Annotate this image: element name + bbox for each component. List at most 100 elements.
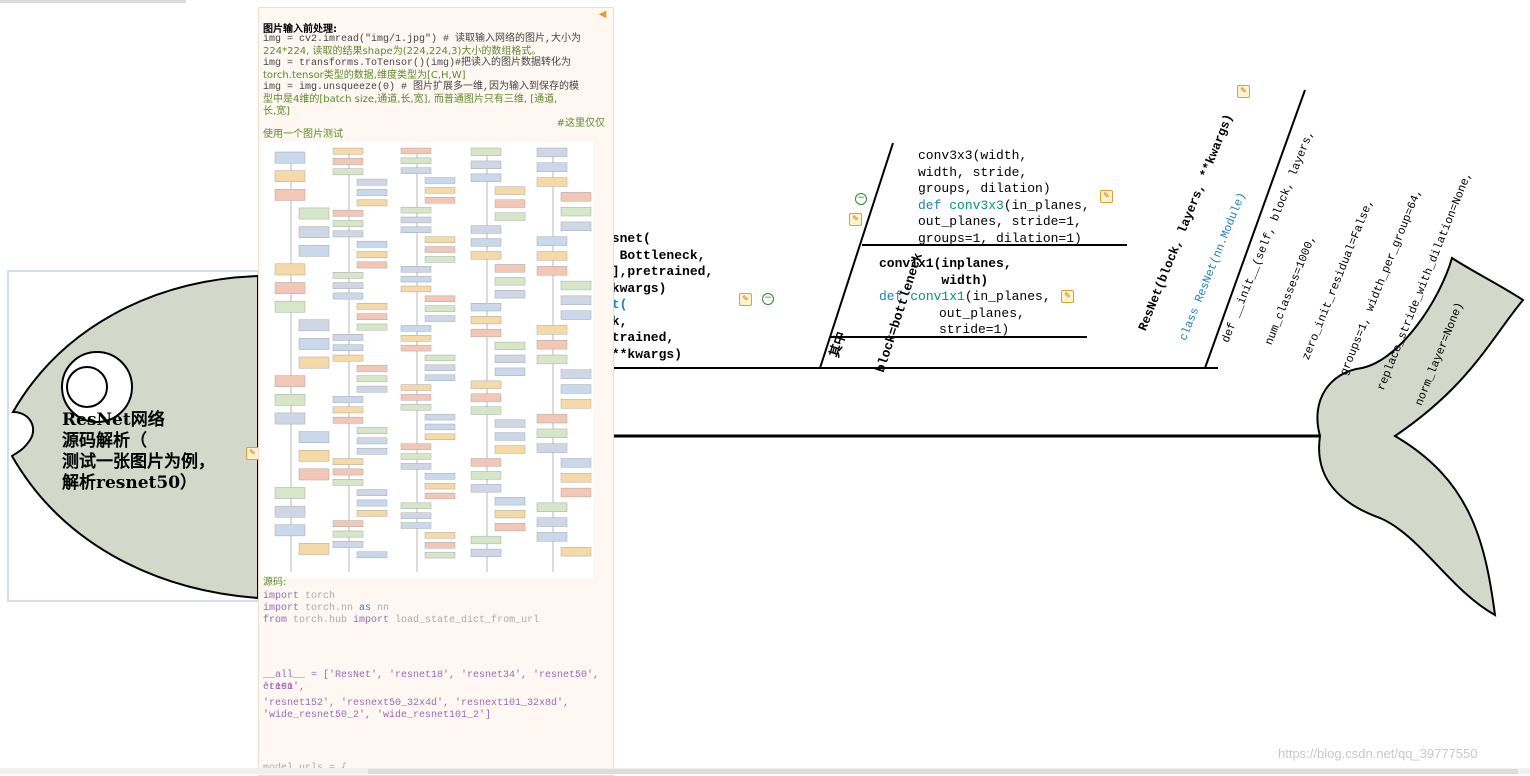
arch-block: [332, 406, 364, 414]
arch-block: [400, 216, 432, 224]
conv3x3-topic[interactable]: conv3x3(width, width, stride, groups, di…: [918, 148, 1090, 247]
arch-block: [536, 177, 568, 187]
arch-block: [470, 225, 502, 234]
arch-block: [560, 192, 592, 202]
source-label: 源码:: [263, 577, 287, 588]
from-keyword: from: [263, 615, 288, 626]
arch-block: [298, 207, 330, 220]
conv1x1-topic[interactable]: conv1x1(inplanes, width) def conv1x1(in_…: [879, 256, 1051, 339]
arch-block: [274, 505, 306, 518]
arch-block: [274, 394, 306, 406]
arch-block: [332, 479, 364, 486]
function-name: conv3x3: [949, 197, 1004, 213]
arch-block: [536, 354, 568, 365]
collapse-icon[interactable]: −: [855, 193, 867, 205]
arch-block: [470, 548, 502, 558]
branch-left-line: 3],pretrained,: [604, 264, 714, 279]
arch-block: [470, 471, 502, 480]
arch-block: [400, 502, 432, 509]
note-icon[interactable]: ✎: [1100, 190, 1113, 203]
arch-block: [400, 325, 432, 332]
arch-block: [400, 206, 432, 214]
arch-block: [274, 487, 306, 499]
note-line: torch.tensor类型的数据,维度类型为[C,H,W]: [263, 70, 466, 81]
arch-block: [424, 305, 456, 312]
arch-block: [536, 532, 568, 542]
arch-block: [400, 285, 432, 293]
note-line: img = img.unsqueeze(0) # 图片扩展多一维,因为输入到保存…: [263, 82, 580, 93]
note-icon[interactable]: ✎: [1237, 85, 1250, 98]
branch-left-line: ck,: [604, 313, 628, 329]
arch-block: [470, 303, 502, 312]
branch-left-line: et(: [604, 297, 628, 312]
arch-block: [424, 177, 456, 184]
arch-block: [400, 522, 432, 529]
all-line: et101',: [263, 682, 306, 693]
arch-block: [494, 212, 526, 221]
arch-block: [470, 251, 502, 260]
import-module: torch: [299, 591, 336, 602]
arch-block: [400, 226, 432, 233]
arch-block: [470, 173, 502, 182]
arch-block: [400, 443, 432, 450]
conv3x3-call-line: groups, dilation): [918, 181, 1051, 196]
arch-block: [424, 187, 456, 194]
as-keyword: as: [359, 603, 372, 614]
def-keyword: def: [918, 197, 942, 213]
note-icon[interactable]: ✎: [1061, 290, 1074, 303]
arch-block: [400, 147, 432, 155]
arch-block: [494, 341, 526, 351]
arch-block: [494, 522, 526, 532]
arch-block: [274, 189, 306, 201]
arch-block: [470, 147, 502, 156]
arch-block: [356, 365, 388, 372]
arch-block: [356, 189, 388, 196]
note-panel[interactable]: ◀ 图片输入前处理: img = cv2.imread("img/1.jpg")…: [258, 7, 614, 776]
watermark: https://blog.csdn.net/qq_39777550: [1278, 746, 1478, 761]
resnet-def-text: def __init__(self, block, layers,: [1219, 128, 1317, 345]
arch-block: [356, 437, 388, 445]
note-icon[interactable]: ✎: [739, 293, 752, 306]
arch-block: [356, 261, 388, 269]
top-scrollbar[interactable]: [0, 0, 186, 3]
arch-block: [400, 463, 432, 470]
head-topic[interactable]: ResNet网络 源码解析（ 测试一张图片为例， 解析resnet50）: [62, 410, 215, 494]
arch-block: [332, 530, 364, 538]
arch-block: [560, 458, 592, 468]
arch-block: [274, 300, 306, 313]
arch-block: [424, 433, 456, 440]
import-function: load_state_dict_from_url: [389, 615, 540, 626]
scrollbar-thumb[interactable]: [368, 769, 1518, 774]
arch-block: [424, 423, 456, 431]
head-topic-line: ResNet网络: [62, 410, 165, 430]
collapse-icon[interactable]: −: [762, 293, 774, 305]
note-icon[interactable]: ✎: [849, 213, 862, 226]
arch-block: [494, 290, 526, 299]
arch-block: [470, 160, 502, 169]
conv3x3-def-line: def conv3x3(in_planes,: [918, 198, 1090, 215]
arch-block: [424, 482, 456, 490]
arch-block: [494, 264, 526, 273]
note-line: img = transforms.ToTensor()(img)#把读入的图片数…: [263, 58, 572, 69]
import-module: torch.hub: [287, 615, 354, 626]
conv3x3-call-line: conv3x3(width,: [918, 148, 1028, 163]
conv1x1-call-line: width): [879, 272, 989, 288]
arch-block: [424, 473, 456, 480]
arch-block: [332, 158, 364, 165]
conv1x1-def-line: out_planes,: [939, 305, 1025, 321]
import-line: import torch.nn as nn: [263, 603, 605, 615]
note-line: 长,宽]: [263, 106, 291, 117]
arch-block: [298, 356, 330, 369]
arch-block: [424, 492, 456, 500]
branch-left-topic[interactable]: esnet( , Bottleneck, 3],pretrained, *kwa…: [604, 231, 713, 363]
arch-block: [400, 404, 432, 411]
arch-block: [298, 244, 330, 257]
arch-block: [560, 206, 592, 217]
arch-block: [356, 251, 388, 258]
arch-block: [356, 427, 388, 434]
arch-block: [332, 282, 364, 289]
conv3x3-call-line: width, stride,: [918, 164, 1028, 180]
import-keyword: import: [263, 603, 300, 614]
arch-block: [424, 354, 456, 362]
arch-block: [560, 369, 592, 379]
